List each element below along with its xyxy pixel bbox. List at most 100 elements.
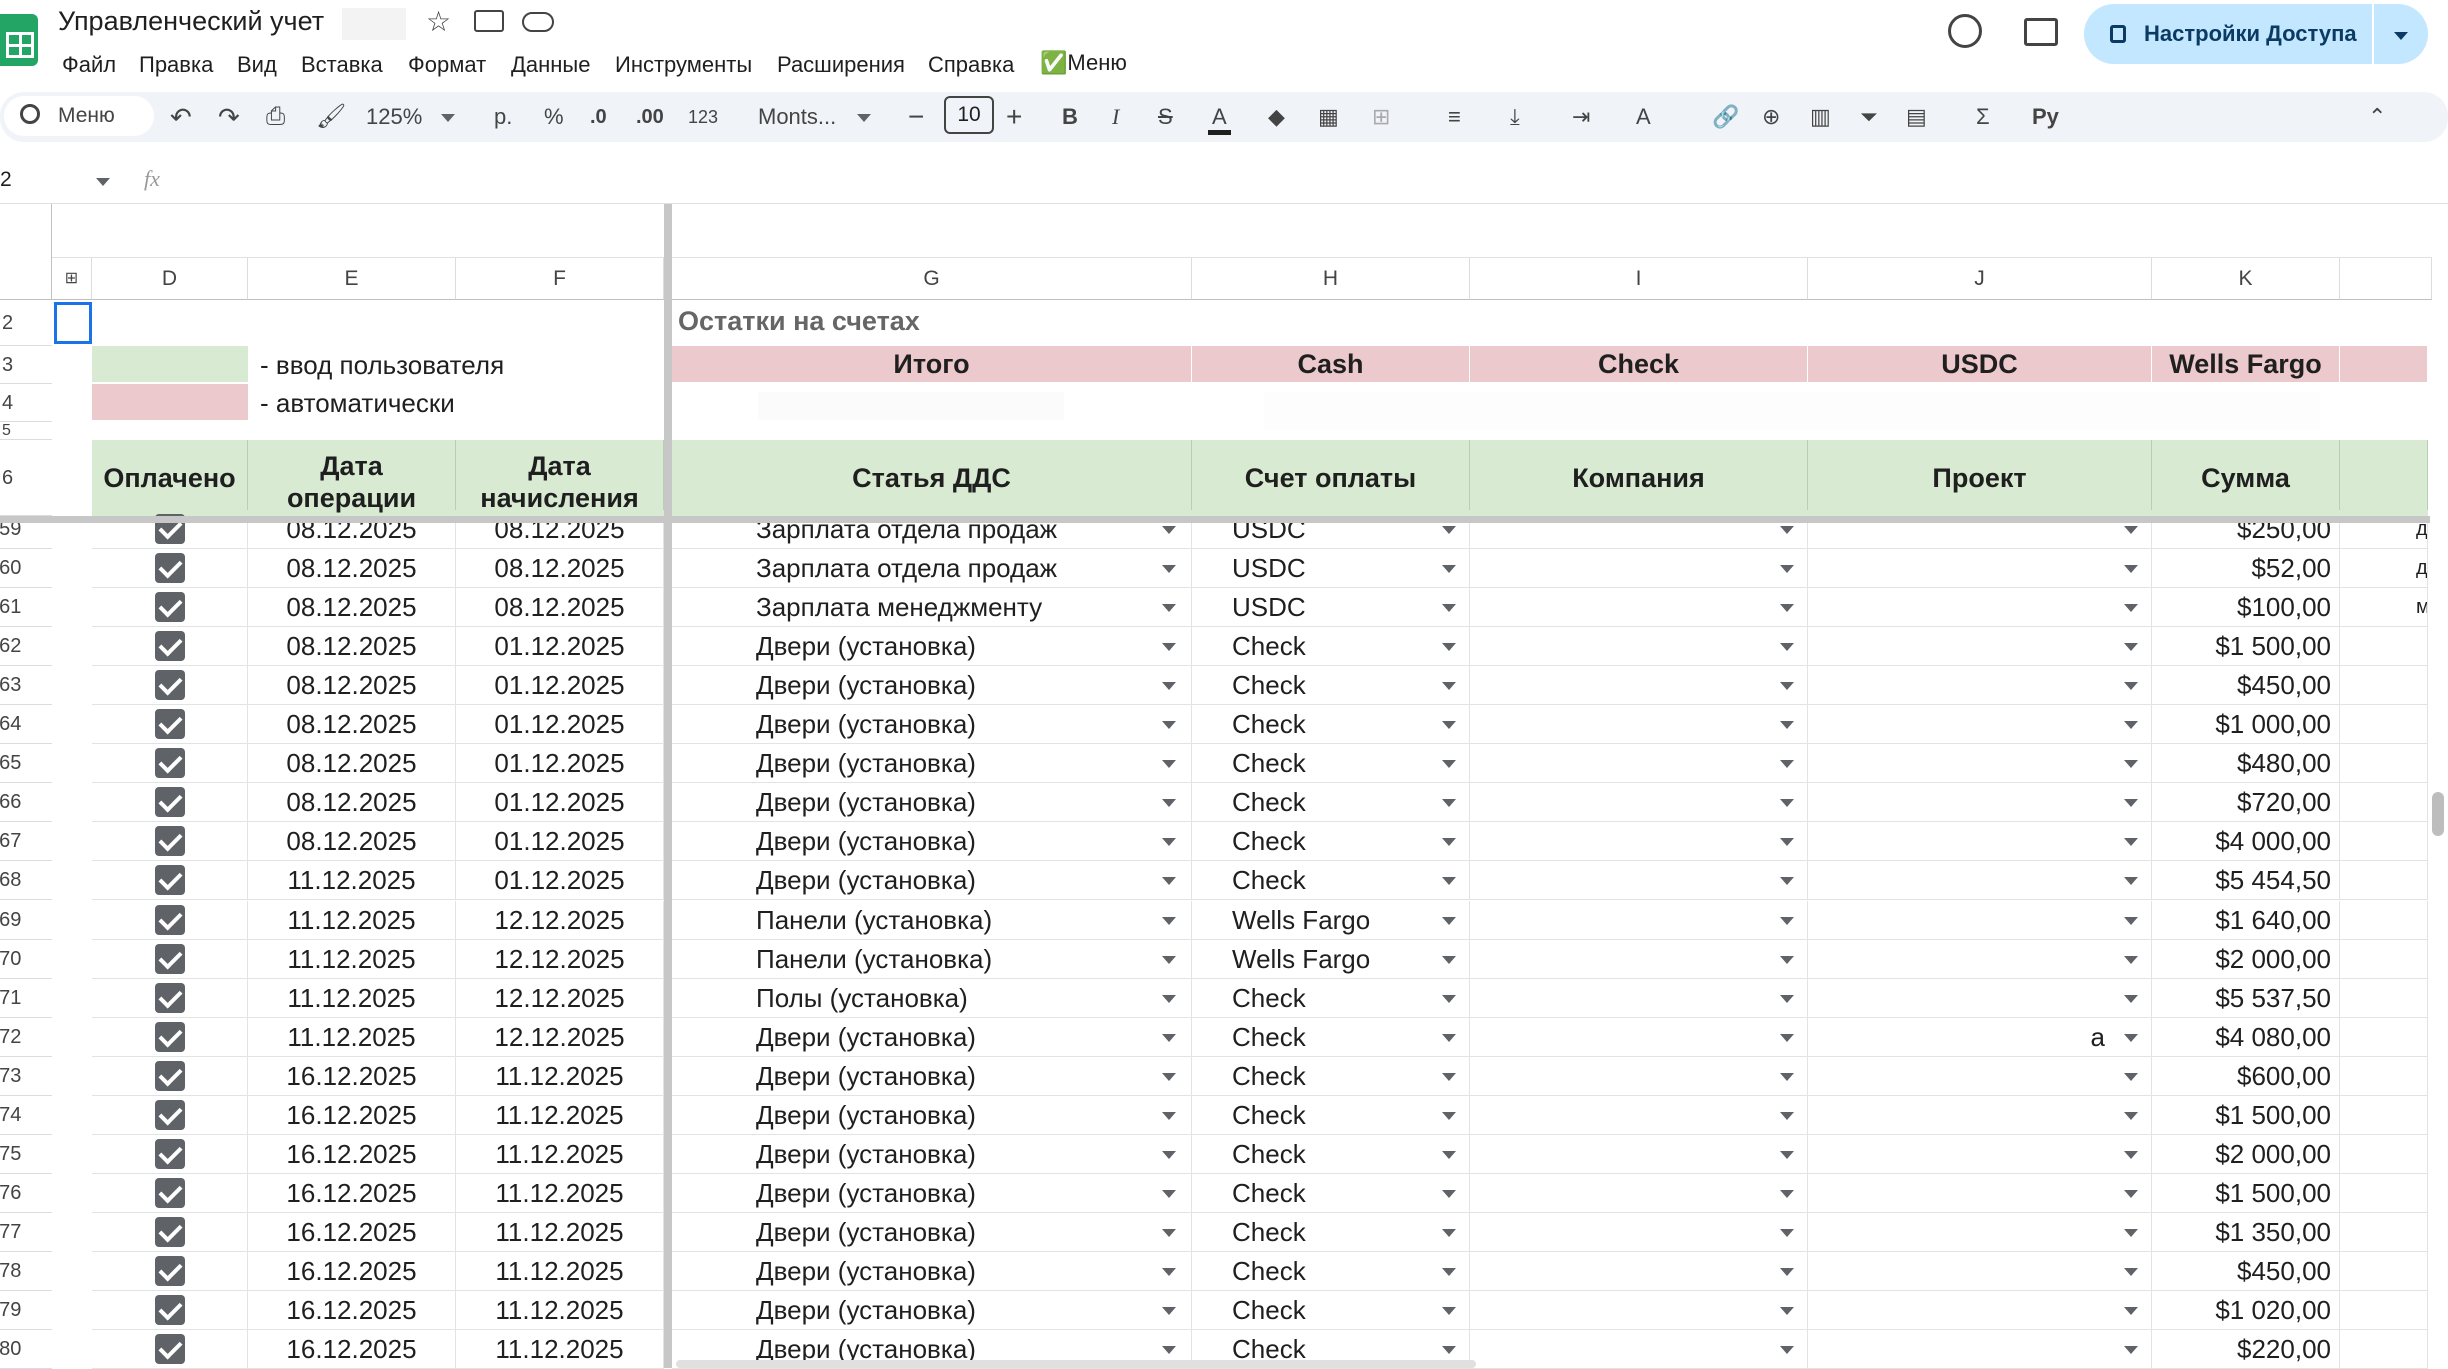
operation-date-cell[interactable]: 11.12.2025: [248, 901, 456, 940]
row-header[interactable]: 5: [0, 422, 52, 440]
functions-icon[interactable]: Σ: [1976, 104, 1990, 130]
col-header-l[interactable]: [2340, 258, 2432, 300]
operation-date-cell[interactable]: 16.12.2025: [248, 1291, 456, 1330]
project-cell[interactable]: [1808, 1330, 2152, 1369]
overflow-cell[interactable]: [2340, 627, 2428, 666]
cashflow-item-cell[interactable]: Двери (установка): [672, 666, 1192, 705]
dropdown-chevron-icon[interactable]: [1780, 956, 1794, 964]
dropdown-chevron-icon[interactable]: [1780, 1229, 1794, 1237]
dropdown-chevron-icon[interactable]: [2124, 526, 2138, 534]
overflow-cell[interactable]: [2340, 901, 2428, 940]
italic-icon[interactable]: I: [1112, 104, 1119, 130]
text-rotation-icon[interactable]: A: [1636, 104, 1651, 130]
project-cell[interactable]: [1808, 979, 2152, 1018]
dropdown-chevron-icon[interactable]: [1162, 1034, 1176, 1042]
amount-cell[interactable]: $720,00: [2152, 783, 2340, 822]
company-cell[interactable]: [1470, 588, 1808, 627]
checked-checkbox-icon[interactable]: [155, 1139, 185, 1169]
dropdown-chevron-icon[interactable]: [1780, 760, 1794, 768]
operation-date-cell[interactable]: 08.12.2025: [248, 627, 456, 666]
overflow-cell[interactable]: [2340, 1018, 2428, 1057]
operation-date-cell[interactable]: 08.12.2025: [248, 744, 456, 783]
align-vertical-icon[interactable]: ⤓: [1510, 104, 1520, 130]
dropdown-chevron-icon[interactable]: [1780, 1268, 1794, 1276]
operation-date-cell[interactable]: 11.12.2025: [248, 979, 456, 1018]
dropdown-chevron-icon[interactable]: [2124, 1112, 2138, 1120]
dropdown-chevron-icon[interactable]: [1780, 1307, 1794, 1315]
overflow-cell[interactable]: [2340, 1291, 2428, 1330]
project-cell[interactable]: [1808, 627, 2152, 666]
checked-checkbox-icon[interactable]: [155, 787, 185, 817]
company-cell[interactable]: [1470, 744, 1808, 783]
borders-icon[interactable]: ▦: [1318, 104, 1339, 130]
accrual-date-cell[interactable]: 12.12.2025: [456, 901, 664, 940]
cashflow-item-cell[interactable]: Двери (установка): [672, 1096, 1192, 1135]
dropdown-chevron-icon[interactable]: [2124, 1346, 2138, 1354]
project-cell[interactable]: [1808, 666, 2152, 705]
dropdown-chevron-icon[interactable]: [2124, 1190, 2138, 1198]
checked-checkbox-icon[interactable]: [155, 748, 185, 778]
company-cell[interactable]: [1470, 1291, 1808, 1330]
menu-format[interactable]: Формат: [408, 52, 486, 78]
overflow-cell[interactable]: [2340, 1252, 2428, 1291]
dropdown-chevron-icon[interactable]: [1442, 877, 1456, 885]
operation-date-cell[interactable]: 16.12.2025: [248, 1174, 456, 1213]
dropdown-chevron-icon[interactable]: [2124, 565, 2138, 573]
dropdown-chevron-icon[interactable]: [2124, 682, 2138, 690]
amount-cell[interactable]: $4 000,00: [2152, 822, 2340, 861]
dropdown-chevron-icon[interactable]: [1780, 877, 1794, 885]
redo-icon[interactable]: ↷: [218, 104, 240, 130]
dropdown-chevron-icon[interactable]: [1162, 1346, 1176, 1354]
account-cell[interactable]: Check: [1192, 1291, 1470, 1330]
account-cell[interactable]: Check: [1192, 1057, 1470, 1096]
dropdown-chevron-icon[interactable]: [1162, 799, 1176, 807]
project-cell[interactable]: [1808, 1135, 2152, 1174]
dropdown-chevron-icon[interactable]: [1162, 526, 1176, 534]
company-cell[interactable]: [1470, 666, 1808, 705]
operation-date-cell[interactable]: 11.12.2025: [248, 940, 456, 979]
dropdown-chevron-icon[interactable]: [1780, 799, 1794, 807]
project-cell[interactable]: [1808, 705, 2152, 744]
zoom-dropdown-icon[interactable]: [441, 114, 455, 122]
accrual-date-cell[interactable]: 01.12.2025: [456, 822, 664, 861]
accrual-date-cell[interactable]: 12.12.2025: [456, 979, 664, 1018]
amount-cell[interactable]: $600,00: [2152, 1057, 2340, 1096]
dropdown-chevron-icon[interactable]: [2124, 721, 2138, 729]
amount-cell[interactable]: $2 000,00: [2152, 940, 2340, 979]
cashflow-item-cell[interactable]: Двери (установка): [672, 861, 1192, 900]
text-color-icon[interactable]: A: [1208, 104, 1231, 135]
decrease-font-size-icon[interactable]: −: [908, 103, 924, 131]
row-header[interactable]: 777: [0, 1213, 52, 1252]
col-header-j[interactable]: J: [1808, 258, 2152, 300]
row-header[interactable]: 779: [0, 1291, 52, 1330]
company-cell[interactable]: [1470, 979, 1808, 1018]
company-cell[interactable]: [1470, 940, 1808, 979]
company-cell[interactable]: [1470, 627, 1808, 666]
filter-views-icon[interactable]: ▤: [1906, 104, 1927, 130]
overflow-cell[interactable]: [2340, 744, 2428, 783]
dropdown-chevron-icon[interactable]: [1442, 838, 1456, 846]
project-cell[interactable]: [1808, 1096, 2152, 1135]
cashflow-item-cell[interactable]: Двери (установка): [672, 1213, 1192, 1252]
amount-cell[interactable]: $220,00: [2152, 1330, 2340, 1369]
corner-select-all[interactable]: [0, 204, 52, 300]
company-cell[interactable]: [1470, 1213, 1808, 1252]
cashflow-item-cell[interactable]: Полы (установка): [672, 979, 1192, 1018]
row-header[interactable]: 771: [0, 979, 52, 1018]
account-cell[interactable]: Check: [1192, 1096, 1470, 1135]
dropdown-chevron-icon[interactable]: [1780, 721, 1794, 729]
undo-icon[interactable]: ↶: [170, 104, 192, 130]
dropdown-chevron-icon[interactable]: [1442, 799, 1456, 807]
amount-cell[interactable]: $450,00: [2152, 666, 2340, 705]
cashflow-item-cell[interactable]: Двери (установка): [672, 1135, 1192, 1174]
cashflow-item-cell[interactable]: Двери (установка): [672, 783, 1192, 822]
row-header[interactable]: 761: [0, 588, 52, 627]
checked-checkbox-icon[interactable]: [155, 631, 185, 661]
company-cell[interactable]: [1470, 1096, 1808, 1135]
accrual-date-cell[interactable]: 11.12.2025: [456, 1174, 664, 1213]
operation-date-cell[interactable]: 08.12.2025: [248, 705, 456, 744]
operation-date-cell[interactable]: 11.12.2025: [248, 861, 456, 900]
input-tools-icon[interactable]: Ру: [2032, 104, 2059, 130]
cashflow-item-cell[interactable]: Двери (установка): [672, 1252, 1192, 1291]
document-title[interactable]: Управленческий учет: [58, 6, 324, 37]
